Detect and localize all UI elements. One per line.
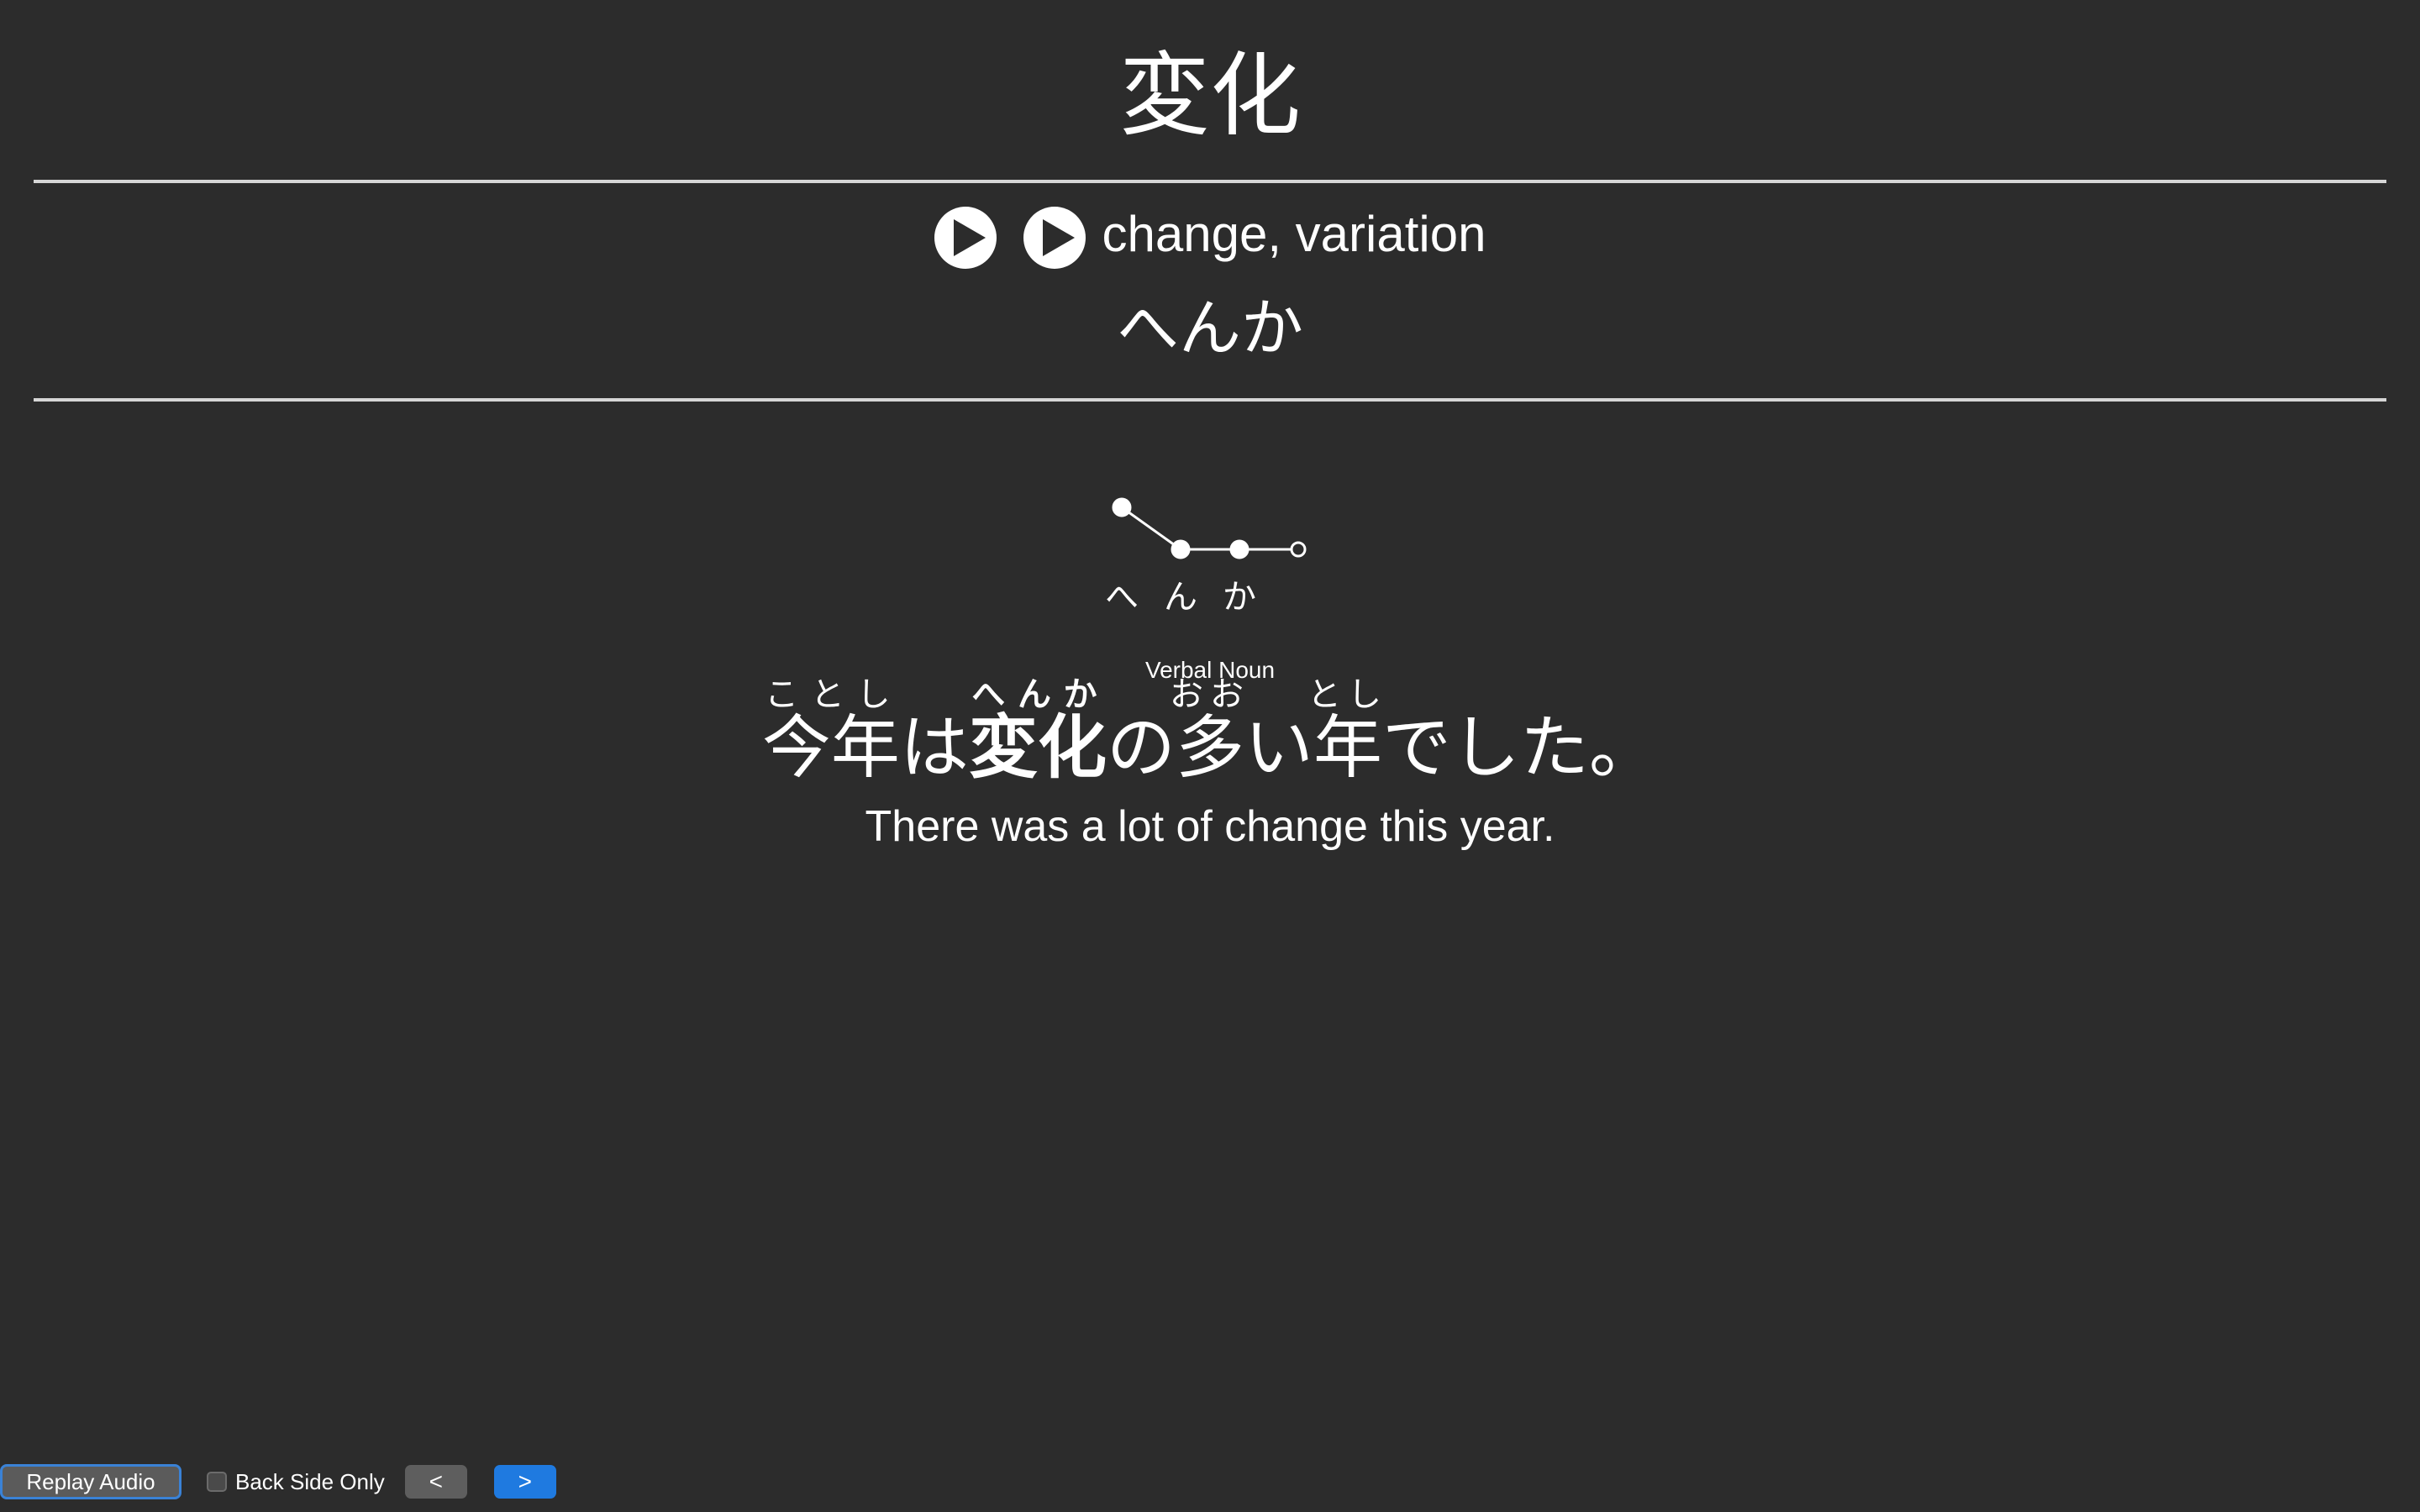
replay-audio-button[interactable]: Replay Audio: [0, 1464, 182, 1499]
meaning-text: change, variation: [1102, 206, 1486, 262]
pitch-mora-label: へ: [1105, 578, 1139, 617]
pitch-morae: へんか: [1105, 578, 1256, 617]
pitch-mora-label: か: [1223, 578, 1256, 617]
pitch-dot: [1171, 539, 1191, 559]
pitch-dot: [1229, 539, 1249, 559]
example-sentence: 今年ことしは変化へんかの多おおい年としでした。: [0, 675, 2420, 790]
pitch-lines: [1121, 506, 1298, 551]
sentence-segment: でした。: [1382, 708, 1659, 788]
pitch-mora-label: ん: [1164, 578, 1197, 617]
sentence-segment: い: [1244, 708, 1314, 788]
meaning-row: change, variation: [0, 206, 2420, 269]
furigana: へんか: [968, 675, 1107, 714]
back-side-only-label: Back Side Only: [235, 1468, 385, 1494]
bottom-toolbar: Replay Audio Back Side Only < >: [0, 1463, 556, 1500]
sentence-segment: 今年ことし: [761, 675, 900, 788]
previous-button[interactable]: <: [404, 1465, 467, 1499]
furigana: ことし: [761, 675, 900, 714]
pitch-line: [1121, 506, 1181, 551]
back-side-only-toggle[interactable]: Back Side Only: [207, 1469, 385, 1495]
back-side-only-checkbox[interactable]: [207, 1472, 227, 1492]
sentence-segment: の: [1106, 708, 1176, 788]
sentence-segment: 年とし: [1307, 675, 1389, 788]
next-button[interactable]: >: [493, 1465, 556, 1499]
divider-top: [34, 180, 2386, 183]
card-view: 変化 change, variation へんか へんか Verbal Noun…: [0, 0, 2420, 1512]
vocab-word: 変化: [1118, 44, 1301, 149]
play-sentence-audio-icon[interactable]: [1023, 207, 1086, 269]
furigana: とし: [1307, 675, 1389, 714]
sentence-translation: There was a lot of change this year.: [865, 802, 1555, 851]
pitch-particle-dot: [1290, 541, 1307, 558]
play-word-audio-icon[interactable]: [934, 207, 997, 269]
pitch-accent-graph: へんか: [1105, 497, 1307, 617]
sentence-segment: は: [899, 708, 969, 788]
furigana: おお: [1170, 675, 1250, 714]
sentence-target-word: 変化へんか: [968, 675, 1107, 788]
pitch-dot: [1112, 497, 1132, 517]
reading-kana: へんか: [1117, 292, 1303, 365]
divider-bottom: [34, 398, 2386, 402]
sentence-segment: 多おお: [1170, 675, 1250, 788]
